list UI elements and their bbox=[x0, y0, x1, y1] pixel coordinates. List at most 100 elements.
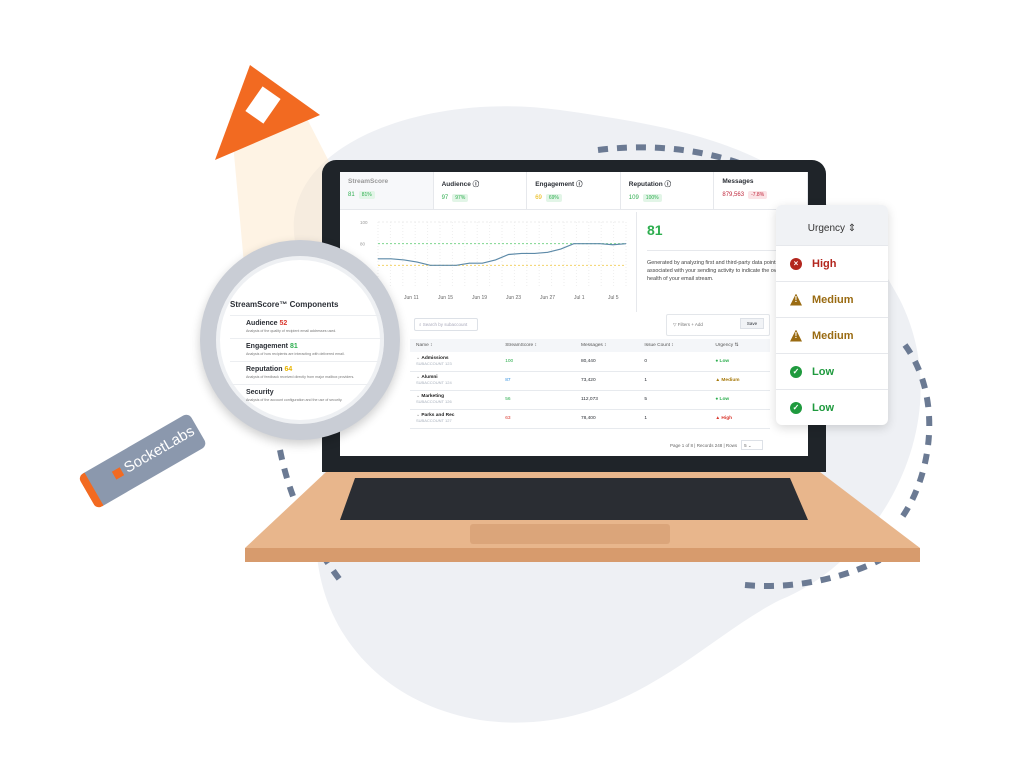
kpi-pct: 81% bbox=[358, 191, 375, 199]
kpi-value: 97 bbox=[441, 195, 449, 201]
urgency-label: Low bbox=[812, 365, 834, 378]
kpi-value: 81 bbox=[348, 192, 355, 198]
kpi-value: 109 bbox=[628, 195, 639, 201]
name-cell: ⌄ Admissions SUBACCOUNT 123 bbox=[410, 352, 500, 372]
data-point bbox=[377, 258, 379, 260]
kpi-label: Audience ⓘ bbox=[441, 181, 480, 188]
component-desc: Analysis of how recipients are interacti… bbox=[246, 352, 345, 356]
data-point bbox=[560, 248, 562, 250]
urgency-item[interactable]: ! Medium bbox=[776, 317, 888, 353]
x-tick-label: Jun 19 bbox=[472, 295, 487, 301]
x-tick-label: Jul 5 bbox=[608, 295, 619, 301]
kpi-messages[interactable]: Messages 879,563 -7.8% bbox=[714, 172, 808, 209]
urgency-label: Low bbox=[812, 401, 834, 414]
subaccount-id: SUBACCOUNT 124 bbox=[416, 380, 452, 385]
table-row[interactable]: ⌄ Alumni SUBACCOUNT 124 87 73,420 1 ▲ Med… bbox=[410, 371, 770, 391]
kpi-audience[interactable]: Audience ⓘ 97 97% bbox=[434, 172, 528, 209]
column-header[interactable]: Messages ↕ bbox=[574, 339, 639, 352]
data-point bbox=[442, 264, 444, 266]
component-item[interactable]: Engagement 81 Analysis of how recipients … bbox=[230, 338, 384, 361]
component-desc: Analysis of the account configuration an… bbox=[246, 398, 343, 402]
data-point bbox=[429, 264, 431, 266]
urgency-card: Urgency ⇕ × High! Medium! Medium ✓ Low ✓ Low bbox=[776, 205, 888, 425]
urgency-item[interactable]: × High bbox=[776, 245, 888, 281]
y-tick-label: 80 bbox=[360, 242, 366, 247]
socketlabs-logo-icon bbox=[111, 467, 125, 480]
data-point bbox=[599, 243, 601, 245]
name-cell: ⌄ Marketing SUBACCOUNT 126 bbox=[410, 390, 500, 410]
check-circle-icon: ✓ bbox=[790, 401, 802, 414]
score-cell: 56 bbox=[499, 390, 575, 410]
issues-cell: 0 bbox=[638, 352, 710, 372]
x-tick-label: Jul 1 bbox=[574, 295, 585, 301]
name-cell: ⌄ Parks and Rec SUBACCOUNT 127 bbox=[410, 409, 500, 429]
issues-cell: 5 bbox=[638, 390, 710, 410]
kpi-pct: 100% bbox=[642, 194, 662, 202]
search-input[interactable]: ⌕ Search by subaccount bbox=[414, 318, 478, 331]
component-item[interactable]: Audience 52 Analysis of the quality of re… bbox=[230, 315, 384, 338]
data-point bbox=[390, 258, 392, 260]
score-cell: 87 bbox=[499, 371, 575, 391]
kpi-value: 69 bbox=[535, 195, 542, 201]
kpi-pct: -7.8% bbox=[748, 191, 768, 199]
x-tick-label: Jun 23 bbox=[506, 295, 521, 301]
messages-cell: 112,073 bbox=[574, 390, 639, 410]
kpi-reputation[interactable]: Reputation ⓘ 109 100% bbox=[621, 172, 715, 209]
column-header[interactable]: Issue Count ↕ bbox=[638, 339, 710, 352]
table-row[interactable]: ⌄ Marketing SUBACCOUNT 126 56 112,073 5 ●… bbox=[410, 390, 770, 410]
urgency-cell: ▲ High bbox=[709, 409, 770, 429]
laptop-screen: StreamScore 81 81% Audience ⓘ 97 97% Engagem… bbox=[340, 172, 808, 456]
kpi-label: Engagement ⓘ bbox=[535, 181, 583, 188]
warning-icon: ! bbox=[790, 329, 802, 342]
x-tick-label: Jun 27 bbox=[540, 295, 555, 301]
name-cell: ⌄ Alumni SUBACCOUNT 124 bbox=[410, 371, 500, 391]
components-panel: StreamScore™ Components Audience 52 Analy… bbox=[230, 300, 384, 407]
kpi-streamscore[interactable]: StreamScore 81 81% bbox=[340, 172, 434, 209]
filters-button[interactable]: ▽ Filters bbox=[673, 322, 690, 327]
kpi-value: 879,563 bbox=[722, 192, 745, 198]
component-item[interactable]: Security Analysis of the account configu… bbox=[230, 384, 384, 407]
messages-cell: 78,400 bbox=[574, 409, 639, 429]
kpi-bar: StreamScore 81 81% Audience ⓘ 97 97% Engagem… bbox=[340, 172, 808, 210]
search-placeholder: Search by subaccount bbox=[422, 322, 468, 327]
save-button[interactable]: Save bbox=[740, 318, 764, 329]
kpi-pct: 69% bbox=[545, 194, 562, 202]
data-point bbox=[586, 243, 588, 245]
score-cell: 63 bbox=[499, 409, 575, 429]
add-filter-button[interactable]: + Add bbox=[691, 322, 703, 327]
kpi-label: Messages bbox=[722, 178, 754, 185]
subaccount-id: SUBACCOUNT 127 bbox=[416, 418, 452, 423]
column-header[interactable]: StreamScore ↕ bbox=[499, 339, 575, 352]
component-item[interactable]: Reputation 64 Analysis of feedback receiv… bbox=[230, 361, 384, 384]
data-point bbox=[482, 262, 483, 264]
component-name: Reputation bbox=[246, 366, 283, 373]
urgency-label: Medium bbox=[812, 293, 854, 306]
kpi-engagement[interactable]: Engagement ⓘ 69 69% bbox=[527, 172, 621, 209]
column-header[interactable]: Urgency ⇅ bbox=[709, 339, 770, 352]
urgency-item[interactable]: ✓ Low bbox=[776, 389, 888, 425]
data-point bbox=[455, 264, 457, 266]
urgency-header[interactable]: Urgency ⇕ bbox=[776, 205, 888, 245]
kpi-label: StreamScore bbox=[348, 178, 389, 185]
data-point bbox=[547, 251, 549, 253]
subaccount-table: Name ↕ StreamScore ↕ Messages ↕ Issue Count… bbox=[410, 339, 770, 429]
urgency-label: Medium bbox=[812, 329, 854, 342]
subaccount-id: SUBACCOUNT 126 bbox=[416, 399, 452, 404]
data-point bbox=[573, 243, 575, 245]
urgency-item[interactable]: ✓ Low bbox=[776, 353, 888, 389]
rows-select[interactable]: 5 ⌄ bbox=[741, 440, 764, 450]
data-point bbox=[416, 261, 418, 263]
urgency-item[interactable]: ! Medium bbox=[776, 281, 888, 317]
pager-text: Page 1 of 8 | Records 248 | Rows bbox=[670, 443, 738, 448]
data-point bbox=[625, 243, 627, 245]
urgency-cell: ● Low bbox=[709, 352, 770, 372]
data-point bbox=[521, 253, 522, 254]
table-row[interactable]: ⌄ Parks and Rec SUBACCOUNT 127 63 78,400 … bbox=[410, 409, 770, 429]
pagination: Page 1 of 8 | Records 248 | Rows 5 ⌄ bbox=[670, 440, 764, 450]
data-point bbox=[534, 253, 536, 254]
urgency-cell: ▲ Medium bbox=[709, 371, 770, 391]
column-header[interactable]: Name ↕ bbox=[410, 339, 500, 352]
x-tick-label: Jun 15 bbox=[438, 295, 453, 301]
urgency-label: High bbox=[812, 257, 837, 270]
table-row[interactable]: ⌄ Admissions SUBACCOUNT 123 100 80,440 0 … bbox=[410, 352, 770, 372]
